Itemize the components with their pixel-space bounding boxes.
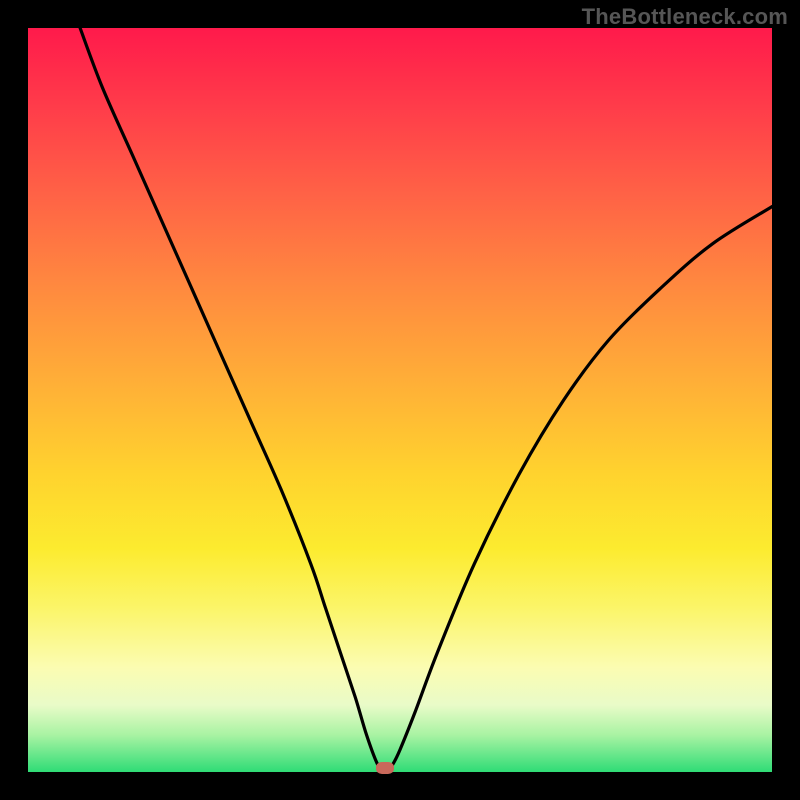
watermark-label: TheBottleneck.com (582, 4, 788, 30)
plot-frame (28, 28, 772, 772)
bottleneck-curve (28, 28, 772, 772)
chart-stage: TheBottleneck.com (0, 0, 800, 800)
minimum-marker (376, 762, 394, 774)
